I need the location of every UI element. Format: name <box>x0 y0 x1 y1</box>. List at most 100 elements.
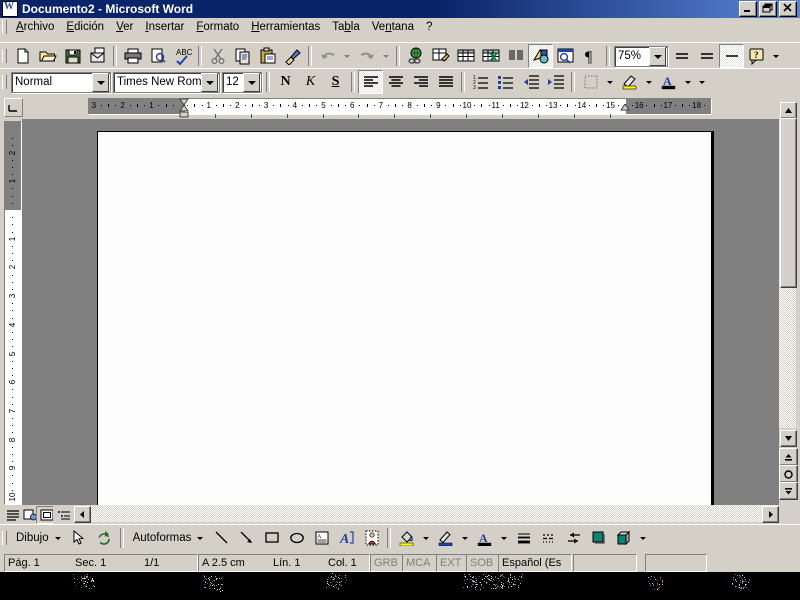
drawing-font-color-dropdown-arrow[interactable] <box>497 526 511 550</box>
oval-button[interactable] <box>284 526 309 550</box>
tab-stop[interactable] <box>358 114 360 118</box>
tab-stop[interactable] <box>466 114 467 118</box>
line-button[interactable] <box>209 526 234 550</box>
menu-herramientas[interactable]: Herramientas <box>245 19 326 35</box>
scroll-right-button[interactable] <box>762 506 779 523</box>
vertical-scrollbar[interactable] <box>779 96 798 505</box>
underline-button[interactable]: S <box>323 70 348 94</box>
menu-archivo[interactable]: Archivo <box>10 19 60 35</box>
arrow-button[interactable] <box>234 526 259 550</box>
status-language[interactable]: Español (Es <box>498 554 572 572</box>
next-page-button[interactable] <box>779 482 798 500</box>
tab-stop[interactable] <box>537 114 539 118</box>
status-trk-indicator[interactable]: MCA <box>402 554 437 572</box>
align-right-button[interactable] <box>408 70 433 94</box>
minimize-button[interactable] <box>739 1 757 17</box>
fill-color-button[interactable] <box>394 526 419 550</box>
outline-view-button[interactable] <box>53 506 74 524</box>
status-ext-indicator[interactable]: EXT <box>436 554 467 572</box>
vertical-ruler[interactable]: 2 1 1 2 3 4 5 6 7 8 9 10 <box>4 121 22 505</box>
horizontal-scrollbar[interactable] <box>0 505 779 524</box>
font-color-button[interactable]: A <box>656 70 681 94</box>
format-painter-button[interactable] <box>280 44 305 68</box>
draw-menu-button[interactable]: Dibujo <box>10 527 67 549</box>
autoshapes-menu-button[interactable]: Autoformas <box>127 527 210 549</box>
zoom-combo[interactable]: 75% <box>614 45 668 67</box>
select-objects-button[interactable] <box>67 526 92 550</box>
line-color-dropdown-arrow[interactable] <box>458 526 472 550</box>
dash-style-button[interactable] <box>536 526 561 550</box>
status-extra-indicator[interactable] <box>645 554 707 572</box>
formatting-overflow-arrow[interactable] <box>695 70 709 94</box>
tab-stop[interactable] <box>394 114 396 118</box>
new-document-button[interactable] <box>10 44 35 68</box>
drawing-button[interactable] <box>528 44 553 68</box>
scroll-down-button[interactable] <box>780 430 797 447</box>
highlight-button[interactable] <box>617 70 642 94</box>
wordart-button[interactable]: A <box>334 526 359 550</box>
tables-and-borders-button[interactable] <box>428 44 453 68</box>
font-dropdown-arrow[interactable] <box>201 73 218 92</box>
draw-menu-arrow[interactable] <box>54 536 61 540</box>
tab-stop[interactable] <box>501 114 503 118</box>
bold-button[interactable]: N <box>273 70 298 94</box>
free-rotate-button[interactable] <box>92 526 117 550</box>
email-button[interactable] <box>85 44 110 68</box>
drawing-font-color-button[interactable]: A <box>472 526 497 550</box>
standard-toolbar-grip[interactable] <box>2 49 7 63</box>
decrease-indent-button[interactable] <box>518 70 543 94</box>
menu-ayuda[interactable]: ? <box>420 19 438 35</box>
formatting-toolbar-grip[interactable] <box>2 75 7 89</box>
paste-button[interactable] <box>255 44 280 68</box>
tab-stop[interactable] <box>214 114 216 118</box>
rectangle-button[interactable] <box>259 526 284 550</box>
restore-button[interactable] <box>759 1 777 17</box>
menu-insertar[interactable]: Insertar <box>139 19 190 35</box>
fill-color-dropdown-arrow[interactable] <box>419 526 433 550</box>
line-color-button[interactable] <box>433 526 458 550</box>
style-dropdown-arrow[interactable] <box>92 73 109 92</box>
menu-grip[interactable] <box>2 20 7 34</box>
numbered-list-button[interactable]: 1 2 3 <box>468 70 493 94</box>
menu-ver[interactable]: Ver <box>110 19 139 35</box>
justify-button[interactable] <box>433 70 458 94</box>
undo-button[interactable] <box>315 44 340 68</box>
menu-tabla[interactable]: Tabla <box>326 19 366 35</box>
tab-stop[interactable] <box>573 114 575 118</box>
toolbar-overflow-arrow[interactable] <box>769 44 783 68</box>
columns-button[interactable] <box>503 44 528 68</box>
vertical-scroll-thumb[interactable] <box>780 118 797 288</box>
show-formatting-marks-button[interactable]: ¶ <box>578 44 603 68</box>
tab-stop[interactable] <box>250 114 252 118</box>
font-color-dropdown-arrow[interactable] <box>681 70 695 94</box>
bulleted-list-button[interactable] <box>493 70 518 94</box>
three-d-button[interactable] <box>611 526 636 550</box>
previous-page-button[interactable] <box>779 448 798 466</box>
clip-art-button[interactable] <box>359 526 384 550</box>
document-map-button[interactable] <box>553 44 578 68</box>
undo-dropdown-arrow[interactable] <box>340 44 354 68</box>
copy-button[interactable] <box>230 44 255 68</box>
zoom-dropdown-arrow[interactable] <box>649 47 666 66</box>
insert-table-button[interactable] <box>453 44 478 68</box>
increase-indent-button[interactable] <box>543 70 568 94</box>
insert-hyperlink-button[interactable] <box>403 44 428 68</box>
autoshapes-menu-arrow[interactable] <box>197 536 204 540</box>
select-browse-object-button[interactable] <box>779 465 798 483</box>
toolbar-extra-button-3[interactable] <box>719 44 744 68</box>
tab-stop[interactable] <box>286 114 288 118</box>
toolbar-extra-button-1[interactable] <box>669 44 694 68</box>
menu-ventana[interactable]: Ventana <box>366 19 420 35</box>
status-rec-indicator[interactable]: GRB <box>370 554 403 572</box>
highlight-dropdown-arrow[interactable] <box>642 70 656 94</box>
horizontal-scroll-track[interactable] <box>91 505 779 522</box>
redo-dropdown-arrow[interactable] <box>379 44 393 68</box>
align-left-button[interactable] <box>358 70 383 94</box>
font-size-dropdown-arrow[interactable] <box>243 73 260 92</box>
drawing-overflow-arrow[interactable] <box>636 526 650 550</box>
redo-button[interactable] <box>354 44 379 68</box>
toolbar-extra-button-2[interactable] <box>694 44 719 68</box>
cut-button[interactable] <box>205 44 230 68</box>
align-center-button[interactable] <box>383 70 408 94</box>
tab-stop[interactable] <box>609 114 611 118</box>
